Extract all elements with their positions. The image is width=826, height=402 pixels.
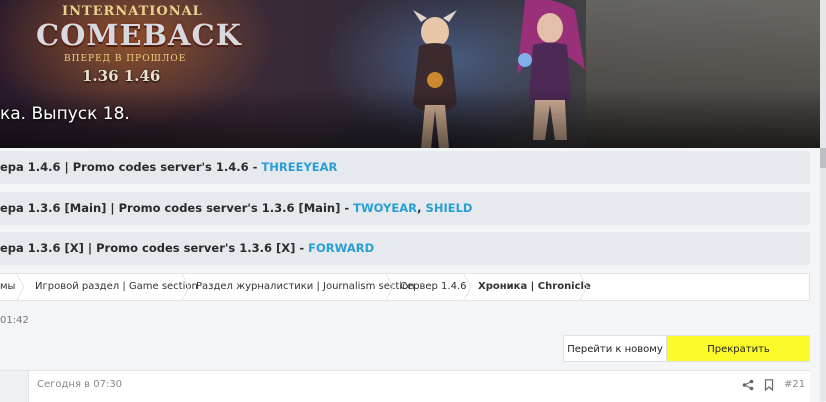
logo-versions: 1.36 1.46 [82, 67, 161, 85]
promo-code[interactable]: THREEYEAR [261, 160, 337, 174]
header-banner: INTERNATIONAL COMEBACK ВПЕРЕД В ПРОШЛОЕ … [0, 0, 826, 148]
scrollbar-thumb[interactable] [820, 148, 826, 168]
promo-text: ера 1.3.6 [X] | Promo codes server's 1.3… [0, 241, 309, 255]
thread-start-time: 01:42 [0, 315, 29, 326]
promo-text: ера 1.4.6 | Promo codes server's 1.4.6 - [0, 160, 262, 174]
promo-code[interactable]: TWOYEAR [353, 201, 417, 215]
chevron-right-icon [181, 274, 190, 300]
post-number[interactable]: #21 [784, 379, 805, 390]
chevron-right-icon [463, 274, 472, 300]
post-avatar-column [0, 371, 29, 402]
chevron-right-icon [385, 274, 394, 300]
stop-watching-button[interactable]: Прекратить отслеживание [667, 335, 810, 382]
chevron-right-icon [16, 274, 25, 300]
share-icon[interactable] [742, 379, 754, 391]
bookmark-icon[interactable] [764, 379, 774, 391]
breadcrumb-item-forums[interactable]: мы [0, 274, 15, 300]
breadcrumb-item-game-section[interactable]: Игровой раздел | Game section [35, 274, 198, 300]
breadcrumb: мы Игровой раздел | Game section Раздел … [0, 273, 810, 301]
post-header: Сегодня в 07:30 #21 [0, 370, 810, 402]
breadcrumb-item-journalism[interactable]: Раздел журналистики | Journalism section [196, 274, 415, 300]
promo-notice-3: ера 1.3.6 [X] | Promo codes server's 1.3… [0, 232, 810, 265]
logo-comeback-text: COMEBACK [36, 18, 242, 52]
promo-code[interactable]: FORWARD [308, 241, 374, 255]
logo-international-text: INTERNATIONAL [62, 4, 203, 19]
post-date[interactable]: Сегодня в 07:30 [37, 379, 122, 390]
promo-notice-1: ера 1.4.6 | Promo codes server's 1.4.6 -… [0, 151, 810, 184]
chevron-right-icon [579, 274, 588, 300]
promo-code-separator: , [417, 201, 426, 215]
promo-notice-2: ера 1.3.6 [Main] | Promo codes server's … [0, 192, 810, 225]
breadcrumb-item-chronicle[interactable]: Хроника | Chronicle [478, 274, 591, 300]
page-scrollbar[interactable] [820, 0, 826, 401]
promo-code[interactable]: SHIELD [426, 201, 473, 215]
comeback-logo[interactable]: INTERNATIONAL COMEBACK ВПЕРЕД В ПРОШЛОЕ … [22, 2, 241, 94]
logo-subtitle: ВПЕРЕД В ПРОШЛОЕ [64, 54, 187, 64]
page-title: ка. Выпуск 18. [0, 104, 130, 124]
go-to-new-button[interactable]: Перейти к новому [563, 335, 667, 362]
breadcrumb-item-server[interactable]: Сервер 1.4.6 [400, 274, 467, 300]
promo-text: ера 1.3.6 [Main] | Promo codes server's … [0, 201, 354, 215]
